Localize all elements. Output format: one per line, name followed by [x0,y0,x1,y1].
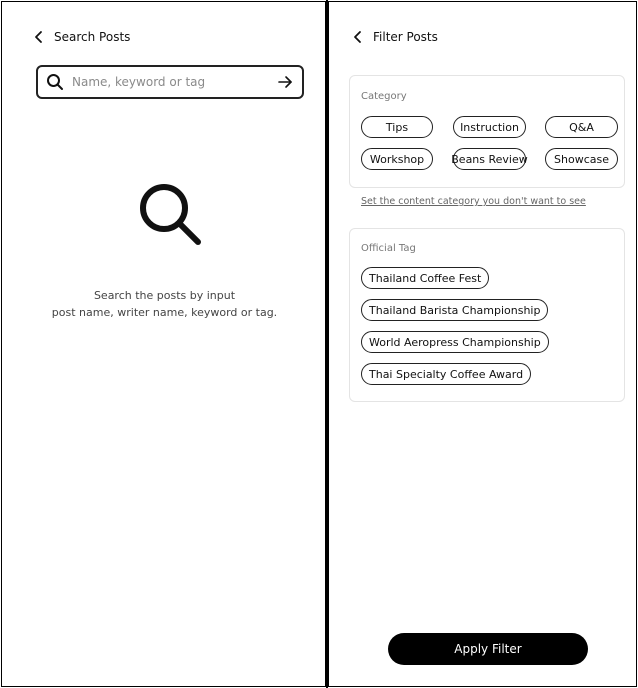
apply-filter-button[interactable]: Apply Filter [388,633,588,665]
category-title: Category [361,91,407,102]
category-chip-workshop[interactable]: Workshop [361,148,433,170]
tag-chip[interactable]: World Aeropress Championship [361,331,549,353]
empty-state-text: Search the posts by input post name, wri… [2,287,327,321]
tag-chip[interactable]: Thailand Coffee Fest [361,267,490,289]
category-chip-instruction[interactable]: Instruction [453,116,526,138]
tag-chip[interactable]: Thai Specialty Coffee Award [361,363,532,385]
category-chip-qa[interactable]: Q&A [545,116,618,138]
search-icon [47,74,63,90]
search-header: Search Posts [32,30,130,44]
official-tag-card: Official Tag Thailand Coffee Fest Thaila… [349,228,625,402]
search-bar[interactable] [36,65,304,99]
empty-state-line: Search the posts by input [93,289,236,302]
filter-header: Filter Posts [351,30,438,44]
search-illustration-icon [140,184,201,245]
page-title: Filter Posts [373,30,438,44]
empty-state-line: post name, writer name, keyword or tag. [51,306,278,319]
search-input[interactable] [72,75,268,89]
chevron-left-icon[interactable] [351,30,365,44]
page-title: Search Posts [54,30,131,44]
category-chip-showcase[interactable]: Showcase [545,148,618,170]
category-card: Category Tips Instruction Q&A Workshop B… [349,75,625,188]
search-posts-screen: Search Posts Search the posts by input p… [1,1,326,687]
official-tag-title: Official Tag [361,243,416,254]
set-excluded-categories-link[interactable]: Set the content category you don't want … [361,196,586,207]
filter-posts-screen: Filter Posts Category Tips Instruction Q… [328,1,637,687]
tag-chip[interactable]: Thailand Barista Championship [361,299,549,321]
chevron-left-icon[interactable] [32,30,46,44]
category-chip-tips[interactable]: Tips [361,116,433,138]
arrow-right-icon[interactable] [276,73,294,91]
category-chip-beans-review[interactable]: Beans Review [451,148,528,170]
